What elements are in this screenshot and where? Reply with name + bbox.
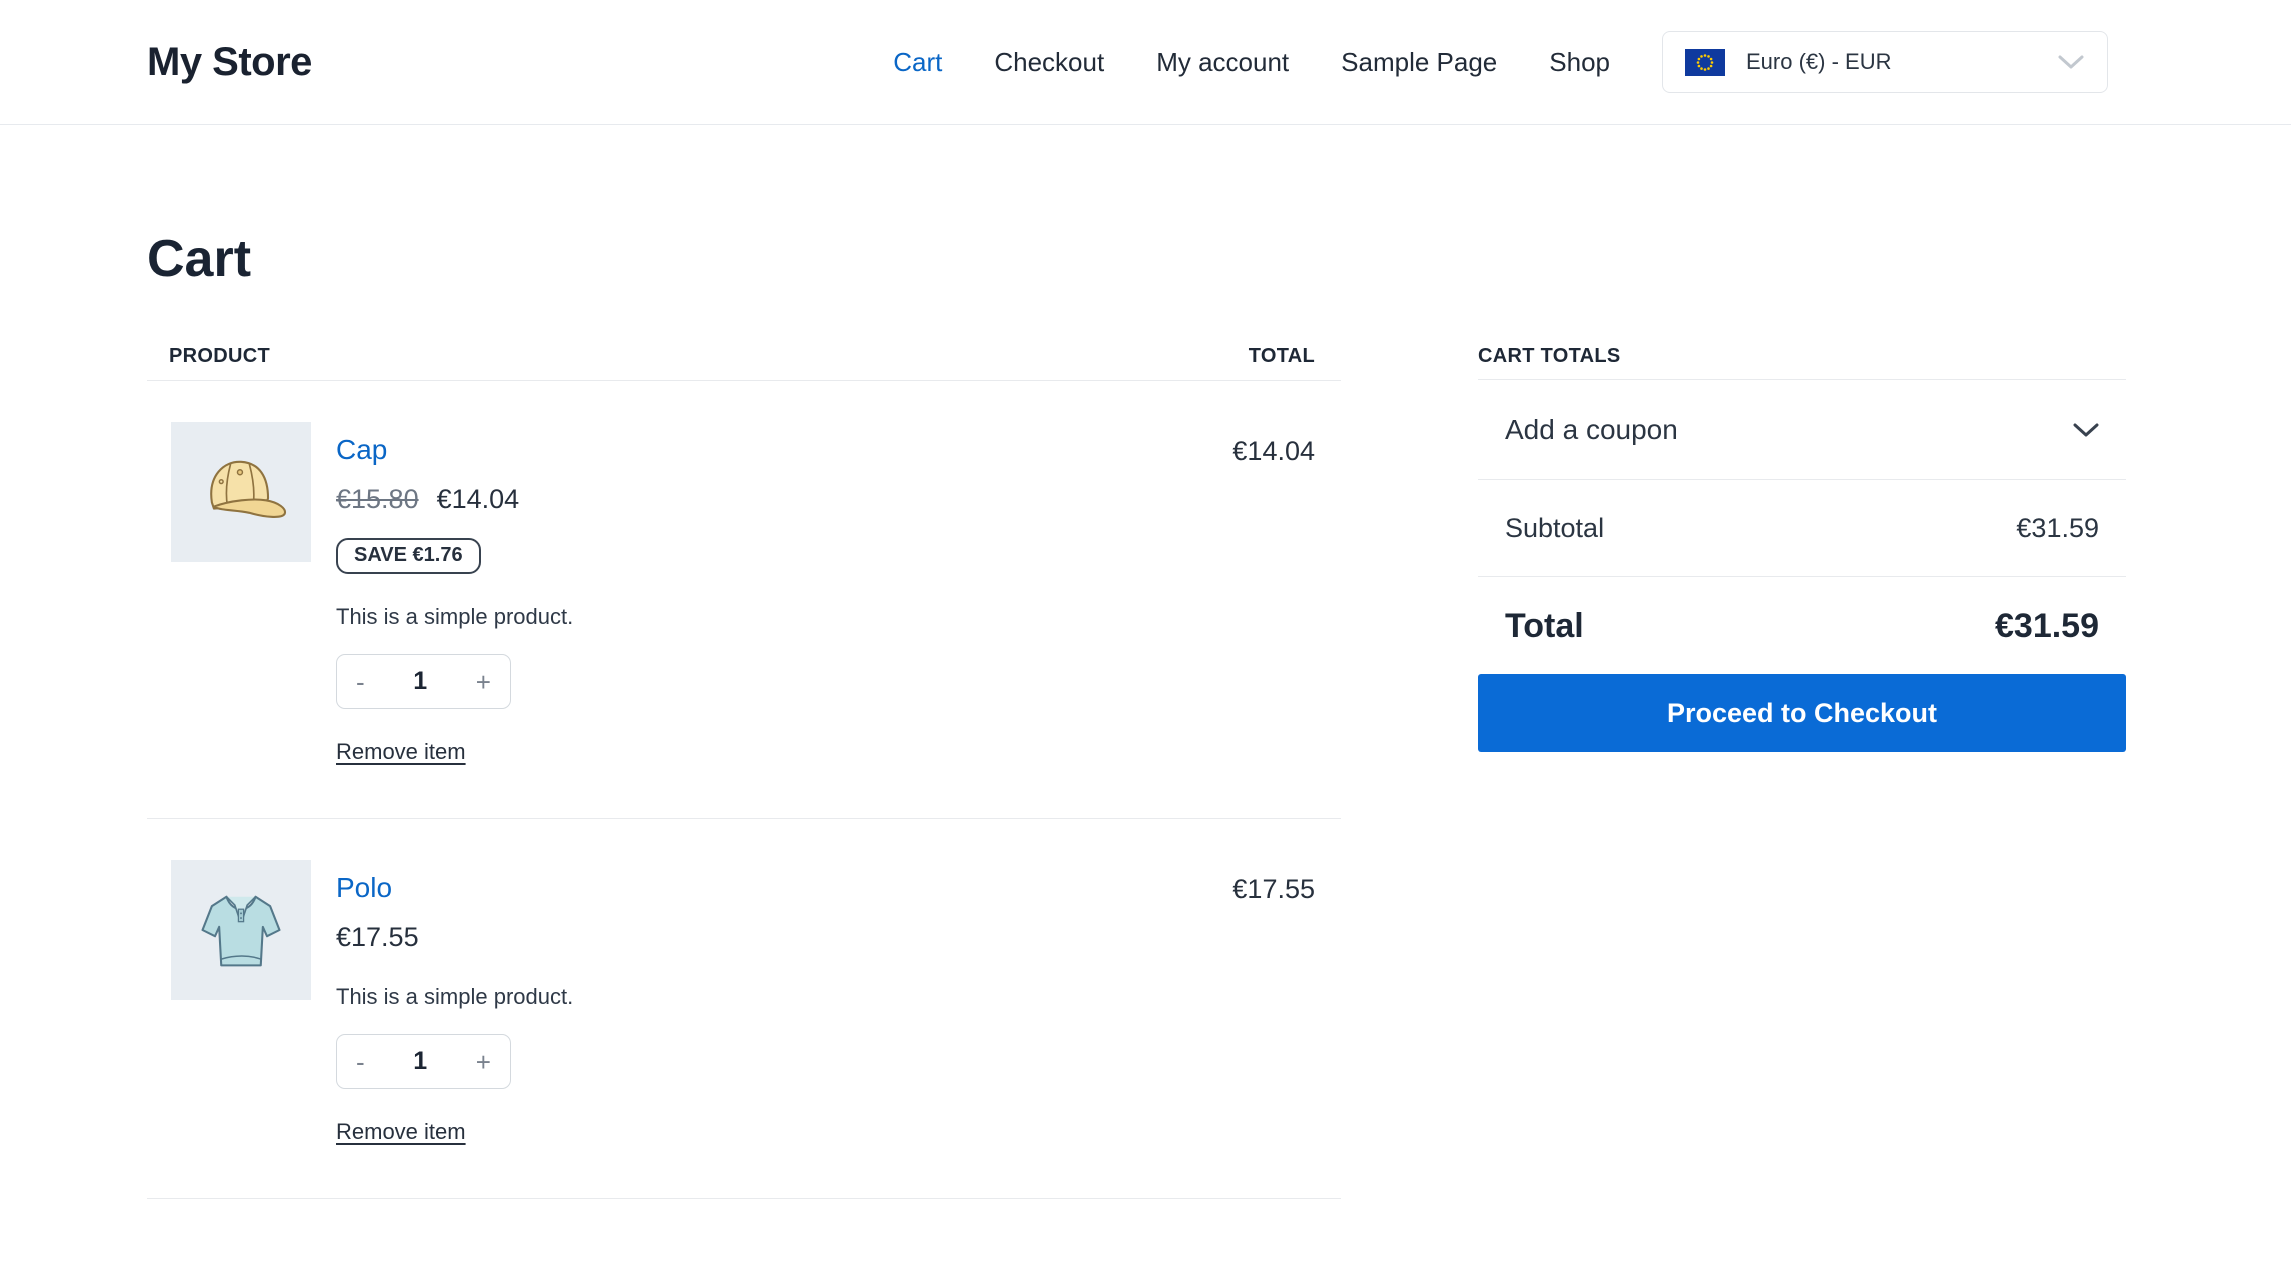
item-price: €15.80 €14.04 [336, 483, 1202, 516]
item-description: This is a simple product. [336, 984, 574, 1009]
site-title[interactable]: My Store [147, 40, 312, 85]
product-link-cap[interactable]: Cap [336, 433, 387, 467]
cap-illustration-icon [210, 460, 287, 518]
total-label: Total [1505, 607, 1584, 645]
add-coupon-row[interactable]: Add a coupon [1478, 380, 2126, 480]
quantity-decrease-button[interactable]: - [356, 1049, 365, 1075]
nav-item-checkout[interactable]: Checkout [994, 47, 1104, 78]
add-coupon-label: Add a coupon [1505, 413, 1678, 445]
site-header: My Store Cart Checkout My account Sample… [0, 0, 2291, 125]
nav-item-cart[interactable]: Cart [893, 47, 942, 78]
quantity-stepper-cap: - 1 + [336, 654, 511, 709]
subtotal-value: €31.59 [2016, 512, 2099, 543]
subtotal-row: Subtotal €31.59 [1478, 480, 2126, 577]
main-nav: Cart Checkout My account Sample Page Sho… [893, 47, 1610, 78]
eu-flag-icon [1685, 48, 1725, 76]
nav-item-sample-page[interactable]: Sample Page [1341, 47, 1497, 78]
regular-price: €15.80 [336, 484, 419, 514]
line-total-cap: €14.04 [1232, 436, 1315, 466]
quantity-value[interactable]: 1 [413, 667, 427, 696]
quantity-increase-button[interactable]: + [476, 669, 491, 695]
price: €17.55 [336, 922, 419, 952]
remove-item-link-polo[interactable]: Remove item [336, 1119, 466, 1145]
remove-item-link-cap[interactable]: Remove item [336, 739, 466, 765]
item-info: Cap €15.80 €14.04 SAVE €1.76 This is a si… [336, 422, 1202, 765]
cart-totals-panel: CART TOTALS Add a coupon Subtotal €31.59… [1478, 346, 2126, 752]
nav-item-shop[interactable]: Shop [1549, 47, 1610, 78]
chevron-down-icon [2073, 423, 2099, 436]
quantity-increase-button[interactable]: + [476, 1049, 491, 1075]
chevron-down-icon [2058, 55, 2084, 69]
total-row: Total €31.59 [1478, 577, 2126, 646]
item-info: Polo €17.55 This is a simple product. - … [336, 860, 1202, 1145]
sale-price: €14.04 [436, 484, 520, 514]
product-image-cap[interactable] [171, 422, 311, 562]
table-header: PRODUCT TOTAL [147, 346, 1341, 381]
column-header-total: TOTAL [1248, 345, 1315, 367]
page-title: Cart [147, 230, 252, 288]
cart-items-table: PRODUCT TOTAL Cap €15.80 €14.04 SAVE €1.… [147, 346, 1341, 1199]
product-image-polo[interactable] [171, 860, 311, 1000]
save-badge: SAVE €1.76 [336, 538, 481, 574]
column-header-product: PRODUCT [169, 345, 270, 367]
currency-label: Euro (€) - EUR [1746, 49, 1892, 74]
quantity-stepper-polo: - 1 + [336, 1034, 511, 1089]
subtotal-label: Subtotal [1505, 512, 1605, 543]
item-price: €17.55 [336, 921, 1202, 954]
quantity-decrease-button[interactable]: - [356, 669, 365, 695]
proceed-to-checkout-button[interactable]: Proceed to Checkout [1478, 674, 2126, 752]
line-total-polo: €17.55 [1232, 874, 1315, 904]
nav-item-my-account[interactable]: My account [1156, 47, 1289, 78]
quantity-value[interactable]: 1 [413, 1047, 427, 1076]
item-description: This is a simple product. [336, 604, 574, 629]
currency-selector[interactable]: Euro (€) - EUR [1662, 31, 2108, 93]
polo-illustration-icon [201, 895, 281, 967]
cart-item-row-polo: Polo €17.55 This is a simple product. - … [147, 819, 1341, 1199]
total-value: €31.59 [1995, 607, 2099, 645]
cart-page: Cart PRODUCT TOTAL Cap €15.80 €14.04 SAV… [0, 228, 2291, 1199]
cart-item-row-cap: Cap €15.80 €14.04 SAVE €1.76 This is a si… [147, 381, 1341, 819]
cart-totals-title: CART TOTALS [1478, 346, 2126, 380]
product-link-polo[interactable]: Polo [336, 871, 392, 905]
